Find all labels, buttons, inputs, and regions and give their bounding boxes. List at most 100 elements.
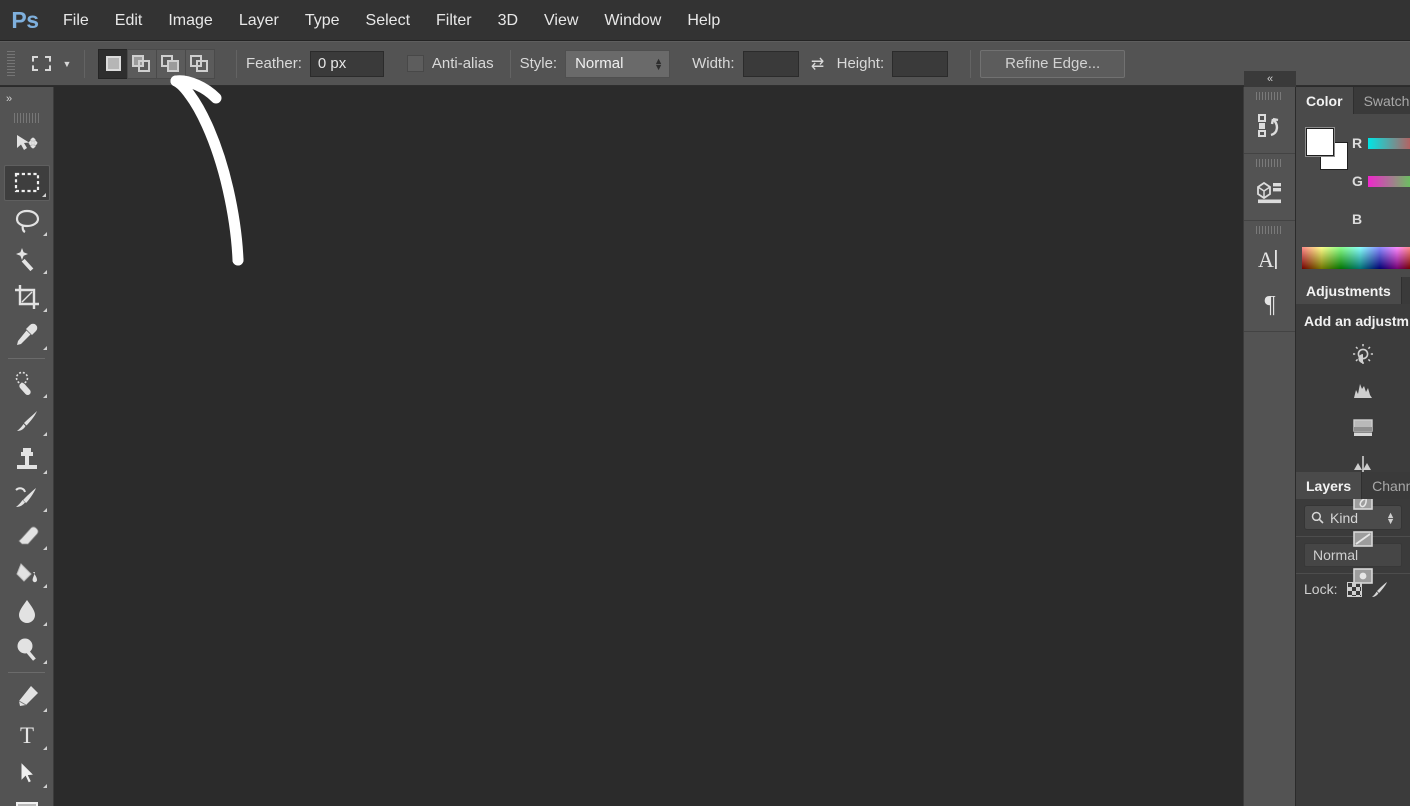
tool-flyout-indicator bbox=[42, 784, 47, 788]
menu-filter[interactable]: Filter bbox=[423, 0, 485, 41]
tools-panel-grip[interactable] bbox=[14, 113, 39, 123]
marquee-icon bbox=[14, 172, 39, 193]
menu-file[interactable]: File bbox=[50, 0, 102, 41]
options-bar-grip[interactable] bbox=[7, 50, 15, 77]
dock-grip[interactable] bbox=[1256, 92, 1283, 100]
anti-alias-checkbox[interactable] bbox=[406, 55, 424, 72]
height-label: Height: bbox=[836, 55, 885, 72]
brush-tool[interactable] bbox=[4, 403, 50, 439]
lock-image-pixels-icon[interactable] bbox=[1371, 580, 1389, 598]
new-selection-icon bbox=[105, 56, 121, 71]
eyedropper-tool[interactable] bbox=[4, 317, 50, 353]
channel-slider-b[interactable] bbox=[1368, 214, 1410, 225]
svg-text:¶: ¶ bbox=[1265, 292, 1276, 316]
spot-healing-brush-tool[interactable] bbox=[4, 365, 50, 401]
brightness-contrast-icon[interactable] bbox=[1344, 335, 1381, 372]
type-tool[interactable]: T bbox=[4, 717, 50, 753]
collapse-panels-button[interactable]: « bbox=[1244, 71, 1296, 87]
levels-icon[interactable] bbox=[1344, 372, 1381, 409]
dock-group-3d bbox=[1244, 159, 1295, 221]
tools-panel-expand-button[interactable]: » bbox=[0, 87, 53, 111]
lock-label: Lock: bbox=[1304, 581, 1338, 597]
gradient-tool[interactable] bbox=[4, 555, 50, 591]
tool-preset-picker[interactable] bbox=[23, 49, 59, 79]
lock-transparent-pixels-icon[interactable] bbox=[1345, 580, 1363, 598]
history-panel-icon[interactable] bbox=[1244, 103, 1296, 147]
paragraph-panel-icon[interactable]: ¶ bbox=[1244, 281, 1296, 325]
color-spectrum-ramp[interactable] bbox=[1302, 247, 1410, 269]
tool-flyout-indicator bbox=[42, 232, 47, 236]
refine-edge-button[interactable]: Refine Edge... bbox=[980, 49, 1126, 78]
menu-type[interactable]: Type bbox=[292, 0, 353, 41]
eraser-tool[interactable] bbox=[4, 517, 50, 553]
height-input[interactable] bbox=[892, 50, 949, 77]
path-selection-tool[interactable] bbox=[4, 755, 50, 791]
intersect-with-selection-button[interactable] bbox=[185, 48, 215, 79]
character-panel-icon[interactable]: A bbox=[1244, 237, 1296, 281]
feather-input[interactable]: 0 px bbox=[309, 50, 384, 77]
adjustments-panel-body: Add an adjustm bbox=[1296, 304, 1410, 584]
dock-group-type: A ¶ bbox=[1244, 226, 1295, 332]
tool-flyout-indicator bbox=[42, 660, 47, 664]
color-channel-b: B bbox=[1352, 211, 1410, 227]
rectangle-tool[interactable] bbox=[4, 793, 50, 806]
search-icon bbox=[1311, 511, 1324, 524]
subtract-from-selection-button[interactable] bbox=[156, 48, 186, 79]
channel-slider-r[interactable] bbox=[1368, 137, 1410, 149]
menu-select[interactable]: Select bbox=[353, 0, 423, 41]
move-icon bbox=[16, 135, 38, 150]
crop-tool[interactable] bbox=[4, 279, 50, 315]
clone-stamp-icon bbox=[16, 448, 37, 469]
menu-image[interactable]: Image bbox=[155, 0, 225, 41]
tab-color[interactable]: Color bbox=[1296, 87, 1354, 114]
width-input[interactable] bbox=[742, 50, 799, 77]
tab-styles[interactable]: S bbox=[1401, 277, 1410, 304]
tool-flyout-indicator bbox=[42, 508, 47, 512]
style-select[interactable]: Normal ▲ ▼ bbox=[565, 49, 671, 78]
menu-layer[interactable]: Layer bbox=[226, 0, 292, 41]
tool-flyout-indicator bbox=[42, 546, 47, 550]
dock-grip[interactable] bbox=[1256, 226, 1283, 234]
swap-width-height-icon[interactable]: ⇄ bbox=[805, 54, 831, 74]
tab-swatches[interactable]: Swatches bbox=[1353, 87, 1410, 114]
menu-help[interactable]: Help bbox=[674, 0, 733, 41]
dodge-tool[interactable] bbox=[4, 631, 50, 667]
history-icon bbox=[1258, 114, 1279, 137]
menu-window[interactable]: Window bbox=[591, 0, 674, 41]
brush-icon bbox=[16, 411, 37, 431]
photoshop-logo: Ps bbox=[11, 6, 39, 33]
channel-slider-g[interactable] bbox=[1368, 175, 1410, 187]
pen-tool[interactable] bbox=[4, 679, 50, 715]
new-selection-button[interactable] bbox=[98, 48, 128, 79]
paragraph-icon: ¶ bbox=[1265, 292, 1276, 316]
tab-adjustments[interactable]: Adjustments bbox=[1296, 277, 1402, 304]
3d-panel-icon[interactable] bbox=[1244, 170, 1296, 214]
subtract-from-selection-icon bbox=[161, 54, 181, 73]
menu-edit[interactable]: Edit bbox=[102, 0, 156, 41]
blend-mode-select[interactable]: Normal bbox=[1304, 543, 1402, 567]
add-to-selection-button[interactable] bbox=[127, 48, 157, 79]
adjustments-title: Add an adjustm bbox=[1304, 313, 1410, 329]
move-tool[interactable] bbox=[4, 127, 50, 163]
history-brush-tool[interactable] bbox=[4, 479, 50, 515]
tab-layers[interactable]: Layers bbox=[1296, 472, 1363, 499]
menu-3d[interactable]: 3D bbox=[485, 0, 531, 41]
collapsed-panel-dock: « A ¶ bbox=[1243, 71, 1296, 806]
curves-icon[interactable] bbox=[1344, 409, 1381, 446]
channel-label-r: R bbox=[1352, 135, 1363, 151]
dock-grip[interactable] bbox=[1256, 159, 1283, 167]
quick-selection-tool[interactable] bbox=[4, 241, 50, 277]
tool-flyout-indicator bbox=[42, 308, 47, 312]
water-drop-icon bbox=[18, 600, 35, 623]
document-canvas[interactable] bbox=[55, 87, 1243, 806]
menu-view[interactable]: View bbox=[531, 0, 591, 41]
lasso-tool[interactable] bbox=[4, 203, 50, 239]
rectangular-marquee-tool[interactable] bbox=[3, 165, 50, 201]
foreground-color-swatch[interactable] bbox=[1306, 128, 1334, 156]
chevron-down-icon[interactable]: ▼ bbox=[59, 49, 75, 79]
clone-stamp-tool[interactable] bbox=[4, 441, 50, 477]
tool-flyout-indicator bbox=[42, 270, 47, 274]
crop-icon bbox=[14, 285, 39, 309]
blur-tool[interactable] bbox=[4, 593, 50, 629]
tab-channels[interactable]: Channels bbox=[1362, 472, 1410, 499]
